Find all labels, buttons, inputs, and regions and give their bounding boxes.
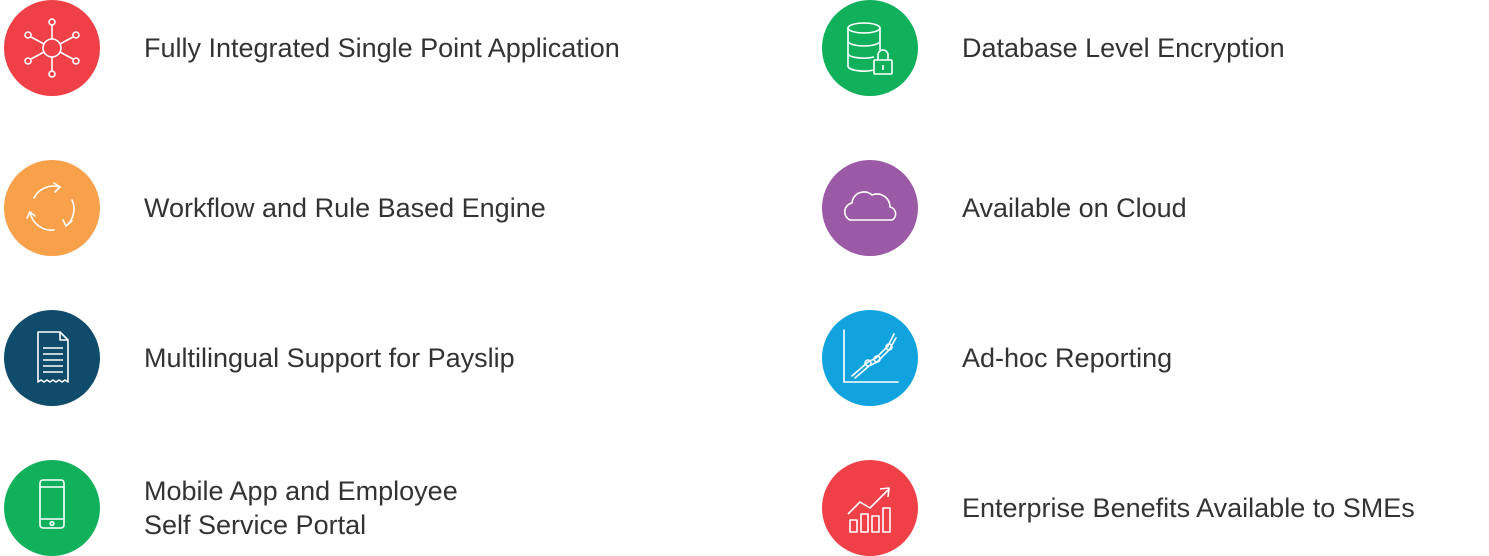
feature-label: Database Level Encryption [962,33,1285,63]
feature-label: Multilingual Support for Payslip [144,343,515,373]
feature-enterprise-benefits: Enterprise Benefits Available to SMEs [822,460,1415,556]
feature-database-encryption: Database Level Encryption [822,0,1285,96]
feature-label: Fully Integrated Single Point Applicatio… [144,33,620,63]
feature-label: Ad-hoc Reporting [962,343,1173,373]
line-chart-icon [822,310,918,406]
cloud-icon [822,160,918,256]
feature-workflow-engine: Workflow and Rule Based Engine [4,160,546,256]
payslip-document-icon [4,310,100,406]
feature-integrated-application: Fully Integrated Single Point Applicatio… [4,0,620,96]
feature-adhoc-reporting: Ad-hoc Reporting [822,310,1172,406]
feature-mobile-app: Mobile App and Employee Self Service Por… [4,460,458,556]
mobile-phone-icon [4,460,100,556]
database-lock-icon [822,0,918,96]
cycle-arrows-icon [4,160,100,256]
feature-label: Mobile App and Employee Self Service Por… [144,476,458,540]
feature-label: Workflow and Rule Based Engine [144,193,546,223]
feature-cloud: Available on Cloud [822,160,1187,256]
feature-multilingual-payslip: Multilingual Support for Payslip [4,310,515,406]
network-hub-icon [4,0,100,96]
growth-chart-icon [822,460,918,556]
feature-label: Enterprise Benefits Available to SMEs [962,493,1415,523]
feature-label: Available on Cloud [962,193,1187,223]
